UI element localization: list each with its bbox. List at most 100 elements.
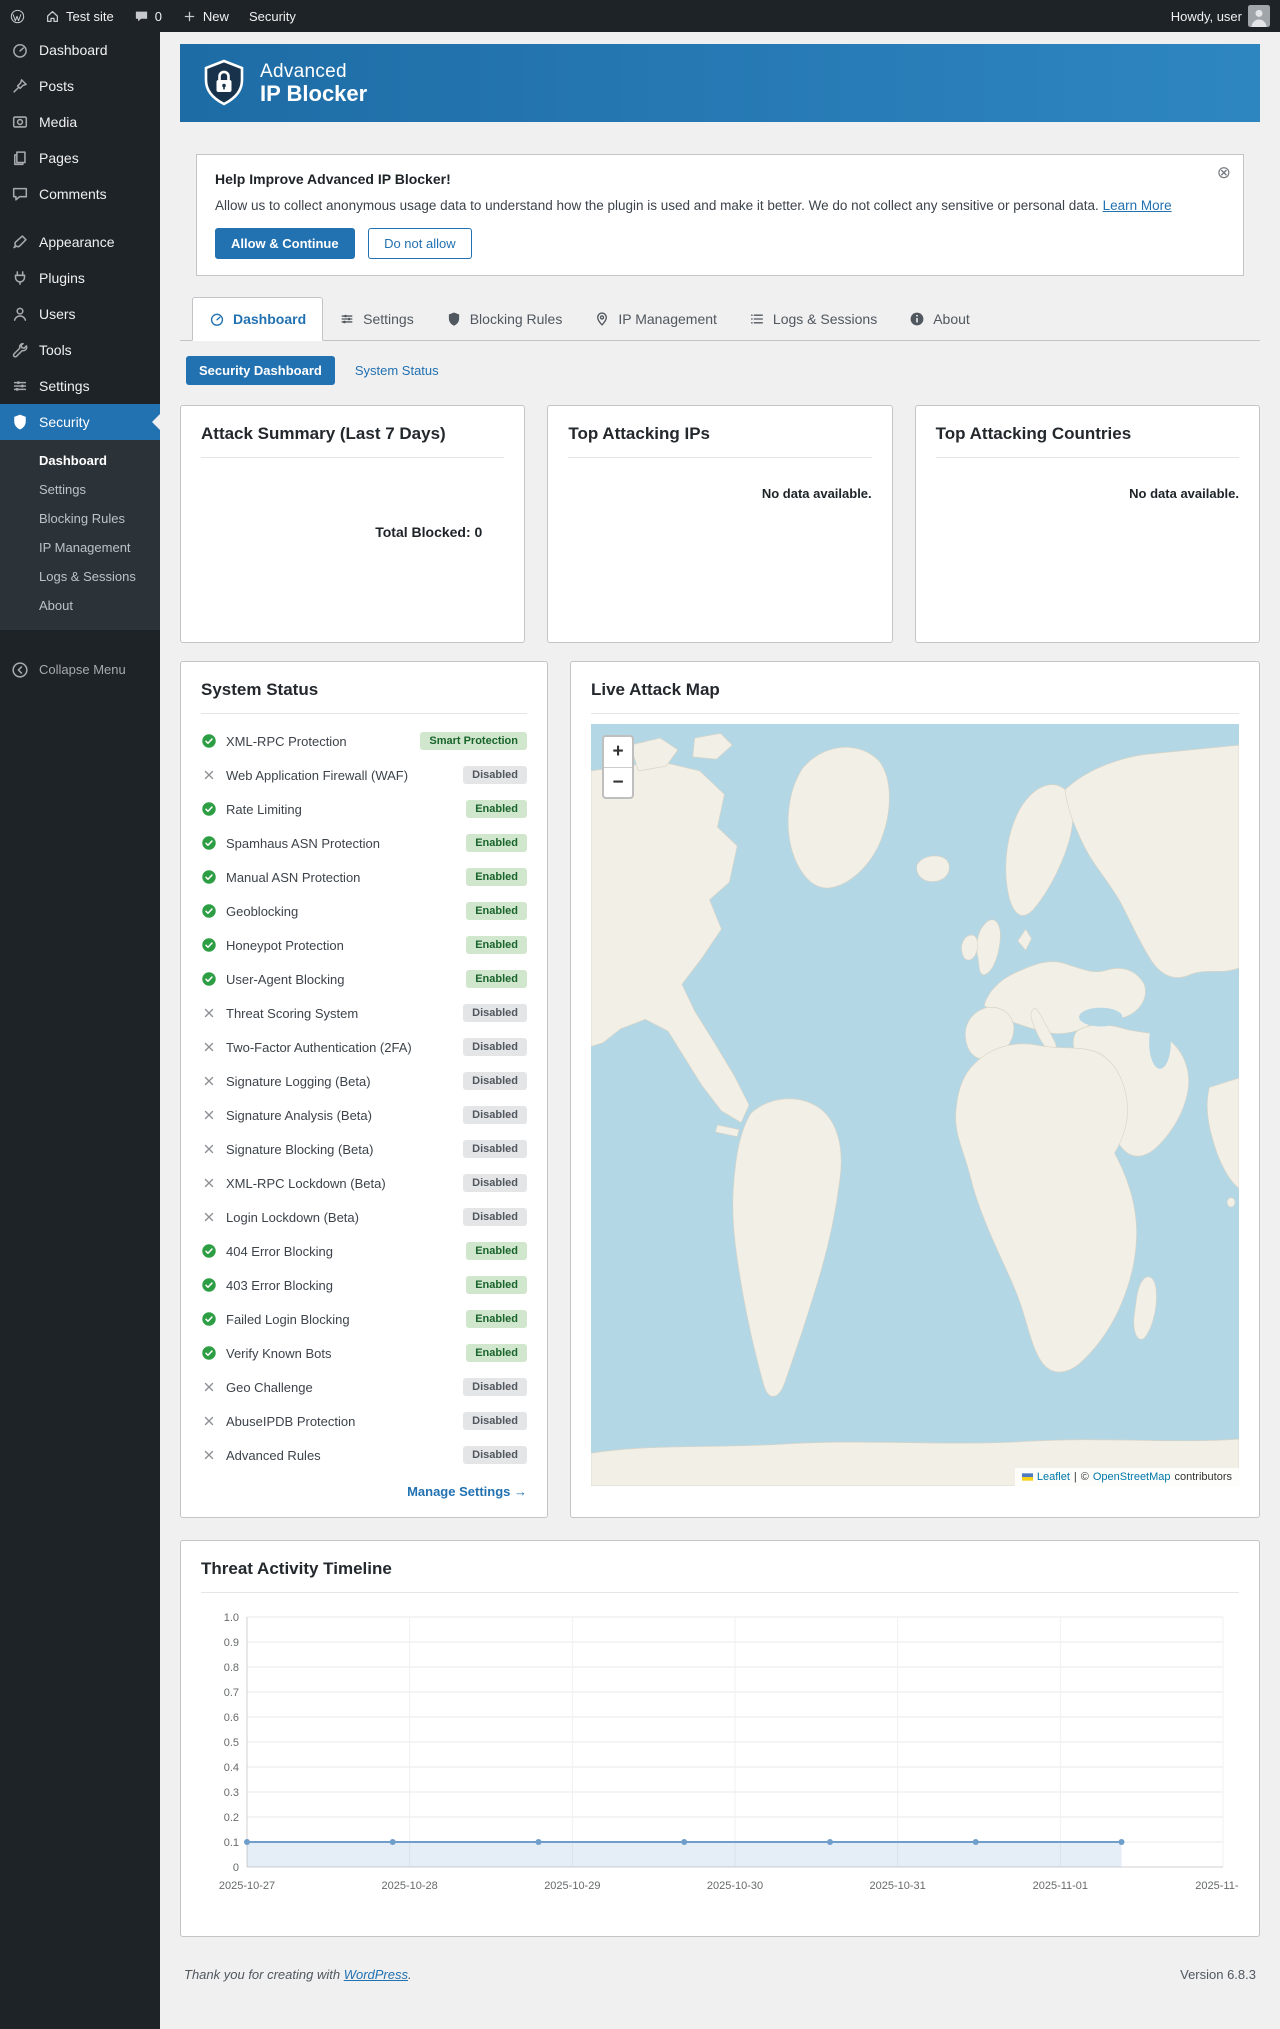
system-status-list: XML-RPC ProtectionSmart ProtectionWeb Ap… — [201, 724, 527, 1472]
users-icon — [11, 305, 29, 323]
osm-link[interactable]: OpenStreetMap — [1093, 1471, 1171, 1483]
svg-text:1.0: 1.0 — [224, 1612, 239, 1624]
comments-menu[interactable]: 0 — [124, 0, 172, 32]
comments-icon — [11, 185, 29, 203]
dismiss-notice-button[interactable]: ⊗ — [1217, 163, 1231, 183]
copyright-symbol: © — [1081, 1471, 1089, 1483]
account-menu[interactable]: Howdy, user — [1161, 0, 1280, 32]
zoom-in-button[interactable]: + — [604, 737, 632, 767]
sidebar-item-appearance[interactable]: Appearance — [0, 224, 160, 260]
status-row: AbuseIPDB ProtectionDisabled — [201, 1404, 527, 1438]
new-content-menu[interactable]: New — [172, 0, 239, 32]
svg-text:2025-10-27: 2025-10-27 — [219, 1880, 275, 1892]
admin-footer: Thank you for creating with WordPress. V… — [180, 1937, 1260, 2004]
status-row: Failed Login BlockingEnabled — [201, 1302, 527, 1336]
land-iceland — [917, 856, 950, 882]
x-icon — [201, 1107, 217, 1123]
threat-timeline-card: Threat Activity Timeline 00.10.20.30.40.… — [180, 1540, 1260, 1937]
sidebar-item-settings[interactable]: Settings — [0, 368, 160, 404]
status-row: GeoblockingEnabled — [201, 894, 527, 928]
check-circle-icon — [201, 1277, 217, 1293]
tab-settings[interactable]: Settings — [323, 297, 430, 341]
sidebar-item-media[interactable]: Media — [0, 104, 160, 140]
x-icon — [201, 1413, 217, 1429]
sidebar-item-dashboard[interactable]: Dashboard — [0, 32, 160, 68]
status-badge: Disabled — [463, 1106, 527, 1124]
security-adminbar-menu[interactable]: Security — [239, 0, 306, 32]
attack-map[interactable]: + − Leaflet | © OpenStreetMap contributo… — [591, 724, 1239, 1486]
sidebar-item-tools[interactable]: Tools — [0, 332, 160, 368]
pin-icon — [594, 311, 610, 327]
tab-ip-management[interactable]: IP Management — [578, 297, 733, 341]
info-icon — [909, 311, 925, 327]
submenu-item-logs-sessions[interactable]: Logs & Sessions — [0, 562, 160, 591]
submenu-item-dashboard[interactable]: Dashboard — [0, 446, 160, 475]
wp-logo-menu[interactable] — [0, 0, 35, 32]
wordpress-link[interactable]: WordPress — [344, 1967, 408, 1982]
status-row: Web Application Firewall (WAF)Disabled — [201, 758, 527, 792]
menu-separator — [0, 212, 160, 224]
collapse-menu-label: Collapse Menu — [39, 661, 126, 679]
tab-dashboard[interactable]: Dashboard — [192, 297, 323, 341]
sidebar-item-plugins[interactable]: Plugins — [0, 260, 160, 296]
sidebar-item-comments[interactable]: Comments — [0, 176, 160, 212]
svg-text:0.7: 0.7 — [224, 1687, 239, 1699]
notice-body: Allow us to collect anonymous usage data… — [215, 196, 1225, 215]
x-icon — [201, 1379, 217, 1395]
svg-text:2025-10-31: 2025-10-31 — [870, 1880, 926, 1892]
check-circle-icon — [201, 835, 217, 851]
status-row: Signature Blocking (Beta)Disabled — [201, 1132, 527, 1166]
tab-blocking-rules[interactable]: Blocking Rules — [430, 297, 579, 341]
submenu-item-about[interactable]: About — [0, 591, 160, 620]
svg-text:0.5: 0.5 — [224, 1737, 239, 1749]
settings-icon — [339, 311, 355, 327]
leaflet-link[interactable]: Leaflet — [1037, 1471, 1070, 1483]
svg-text:0.8: 0.8 — [224, 1662, 239, 1674]
admin-sidebar: DashboardPostsMediaPagesCommentsAppearan… — [0, 32, 160, 2029]
sidebar-item-security[interactable]: Security — [0, 404, 160, 440]
home-icon — [45, 9, 60, 24]
world-map — [591, 724, 1239, 1486]
sidebar-item-posts[interactable]: Posts — [0, 68, 160, 104]
status-row: Rate LimitingEnabled — [201, 792, 527, 826]
top-attacking-ips-card: Top Attacking IPs No data available. — [547, 405, 892, 643]
no-data-message: No data available. — [568, 486, 871, 501]
usage-data-notice: ⊗ Help Improve Advanced IP Blocker! Allo… — [196, 154, 1244, 276]
status-badge: Enabled — [466, 868, 527, 886]
timeline-chart-svg: 00.10.20.30.40.50.60.70.80.91.02025-10-2… — [201, 1603, 1239, 1913]
total-blocked-value: Total Blocked: 0 — [201, 524, 504, 540]
site-name-menu[interactable]: Test site — [35, 0, 124, 32]
leaflet-flag-icon — [1022, 1473, 1033, 1481]
collapse-menu-button[interactable]: Collapse Menu — [0, 652, 160, 688]
pages-icon — [11, 149, 29, 167]
subtab-system-status[interactable]: System Status — [355, 363, 439, 378]
x-icon — [201, 1039, 217, 1055]
learn-more-link[interactable]: Learn More — [1103, 198, 1172, 213]
plugins-icon — [11, 269, 29, 287]
security-adminbar-label: Security — [249, 9, 296, 24]
submenu-item-blocking-rules[interactable]: Blocking Rules — [0, 504, 160, 533]
plugin-title-line2: IP Blocker — [260, 82, 367, 106]
tab-about[interactable]: About — [893, 297, 986, 341]
main-content: Advanced IP Blocker ⊗ Help Improve Advan… — [160, 32, 1280, 2004]
submenu-item-settings[interactable]: Settings — [0, 475, 160, 504]
submenu-item-ip-management[interactable]: IP Management — [0, 533, 160, 562]
sidebar-item-pages[interactable]: Pages — [0, 140, 160, 176]
tab-logs-sessions[interactable]: Logs & Sessions — [733, 297, 893, 341]
plugin-title-line1: Advanced — [260, 61, 367, 82]
notice-title: Help Improve Advanced IP Blocker! — [215, 171, 1225, 187]
card-title: Threat Activity Timeline — [201, 1559, 1239, 1593]
subtab-security-dashboard[interactable]: Security Dashboard — [186, 356, 335, 385]
status-map-row: System Status XML-RPC ProtectionSmart Pr… — [180, 661, 1260, 1518]
do-not-allow-button[interactable]: Do not allow — [368, 228, 472, 259]
x-icon — [201, 1005, 217, 1021]
x-icon — [201, 1073, 217, 1089]
plugin-title: Advanced IP Blocker — [260, 61, 367, 106]
zoom-out-button[interactable]: − — [604, 767, 632, 797]
current-menu-arrow — [152, 414, 160, 430]
top-attacking-countries-card: Top Attacking Countries No data availabl… — [915, 405, 1260, 643]
sidebar-item-users[interactable]: Users — [0, 296, 160, 332]
status-badge: Enabled — [466, 1310, 527, 1328]
allow-continue-button[interactable]: Allow & Continue — [215, 228, 355, 259]
manage-settings-link[interactable]: Manage Settings → — [201, 1484, 527, 1499]
